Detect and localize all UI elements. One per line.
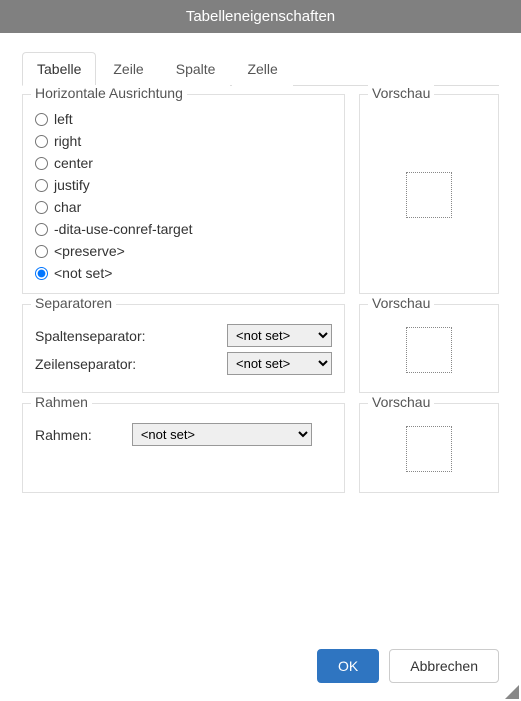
cancel-button[interactable]: Abbrechen bbox=[389, 649, 499, 683]
tab-tabelle[interactable]: Tabelle bbox=[22, 52, 96, 86]
align-center-option[interactable]: center bbox=[35, 155, 332, 171]
align-dita-option[interactable]: -dita-use-conref-target bbox=[35, 221, 332, 237]
dialog-footer: OK Abbrechen bbox=[317, 649, 499, 683]
alignment-preview-fieldset: Vorschau bbox=[359, 94, 499, 294]
align-justify-option[interactable]: justify bbox=[35, 177, 332, 193]
frame-preview-legend: Vorschau bbox=[368, 394, 434, 410]
alignment-fieldset: Horizontale Ausrichtung left right cente… bbox=[22, 94, 345, 294]
align-notset-option[interactable]: <not set> bbox=[35, 265, 332, 281]
separators-preview-legend: Vorschau bbox=[368, 295, 434, 311]
align-right-radio[interactable] bbox=[35, 135, 48, 148]
align-left-option[interactable]: left bbox=[35, 111, 332, 127]
align-right-option[interactable]: right bbox=[35, 133, 332, 149]
align-dita-radio[interactable] bbox=[35, 223, 48, 236]
frame-preview-fieldset: Vorschau bbox=[359, 403, 499, 493]
alignment-preview-box bbox=[406, 172, 452, 218]
align-dita-label: -dita-use-conref-target bbox=[54, 221, 193, 237]
align-left-label: left bbox=[54, 111, 73, 127]
frame-legend: Rahmen bbox=[31, 394, 92, 410]
ok-button[interactable]: OK bbox=[317, 649, 379, 683]
dialog-title: Tabelleneigenschaften bbox=[0, 0, 521, 33]
align-justify-radio[interactable] bbox=[35, 179, 48, 192]
align-notset-radio[interactable] bbox=[35, 267, 48, 280]
align-center-radio[interactable] bbox=[35, 157, 48, 170]
tab-zeile[interactable]: Zeile bbox=[98, 52, 158, 86]
frame-preview-box bbox=[406, 426, 452, 472]
alignment-preview-legend: Vorschau bbox=[368, 85, 434, 101]
separators-fieldset: Separatoren Spaltenseparator: <not set> … bbox=[22, 304, 345, 393]
alignment-radio-list: left right center justify char bbox=[35, 109, 332, 281]
align-char-label: char bbox=[54, 199, 81, 215]
row-separator-label: Zeilenseparator: bbox=[35, 356, 136, 372]
align-left-radio[interactable] bbox=[35, 113, 48, 126]
frame-label: Rahmen: bbox=[35, 427, 92, 443]
align-char-option[interactable]: char bbox=[35, 199, 332, 215]
tab-bar: Tabelle Zeile Spalte Zelle bbox=[22, 51, 499, 86]
col-separator-select[interactable]: <not set> bbox=[227, 324, 332, 347]
col-separator-label: Spaltenseparator: bbox=[35, 328, 146, 344]
separators-preview-box bbox=[406, 327, 452, 373]
align-center-label: center bbox=[54, 155, 93, 171]
separators-legend: Separatoren bbox=[31, 295, 116, 311]
tab-zelle[interactable]: Zelle bbox=[232, 52, 292, 86]
row-separator-select[interactable]: <not set> bbox=[227, 352, 332, 375]
align-justify-label: justify bbox=[54, 177, 90, 193]
align-preserve-label: <preserve> bbox=[54, 243, 125, 259]
tab-spalte[interactable]: Spalte bbox=[161, 52, 231, 86]
align-notset-label: <not set> bbox=[54, 265, 112, 281]
frame-fieldset: Rahmen Rahmen: <not set> bbox=[22, 403, 345, 493]
separators-preview-fieldset: Vorschau bbox=[359, 304, 499, 393]
alignment-legend: Horizontale Ausrichtung bbox=[31, 85, 187, 101]
align-right-label: right bbox=[54, 133, 81, 149]
dialog-body: Tabelle Zeile Spalte Zelle Horizontale A… bbox=[0, 33, 521, 493]
align-preserve-radio[interactable] bbox=[35, 245, 48, 258]
resize-grip-icon[interactable] bbox=[505, 685, 519, 699]
align-preserve-option[interactable]: <preserve> bbox=[35, 243, 332, 259]
frame-select[interactable]: <not set> bbox=[132, 423, 312, 446]
align-char-radio[interactable] bbox=[35, 201, 48, 214]
